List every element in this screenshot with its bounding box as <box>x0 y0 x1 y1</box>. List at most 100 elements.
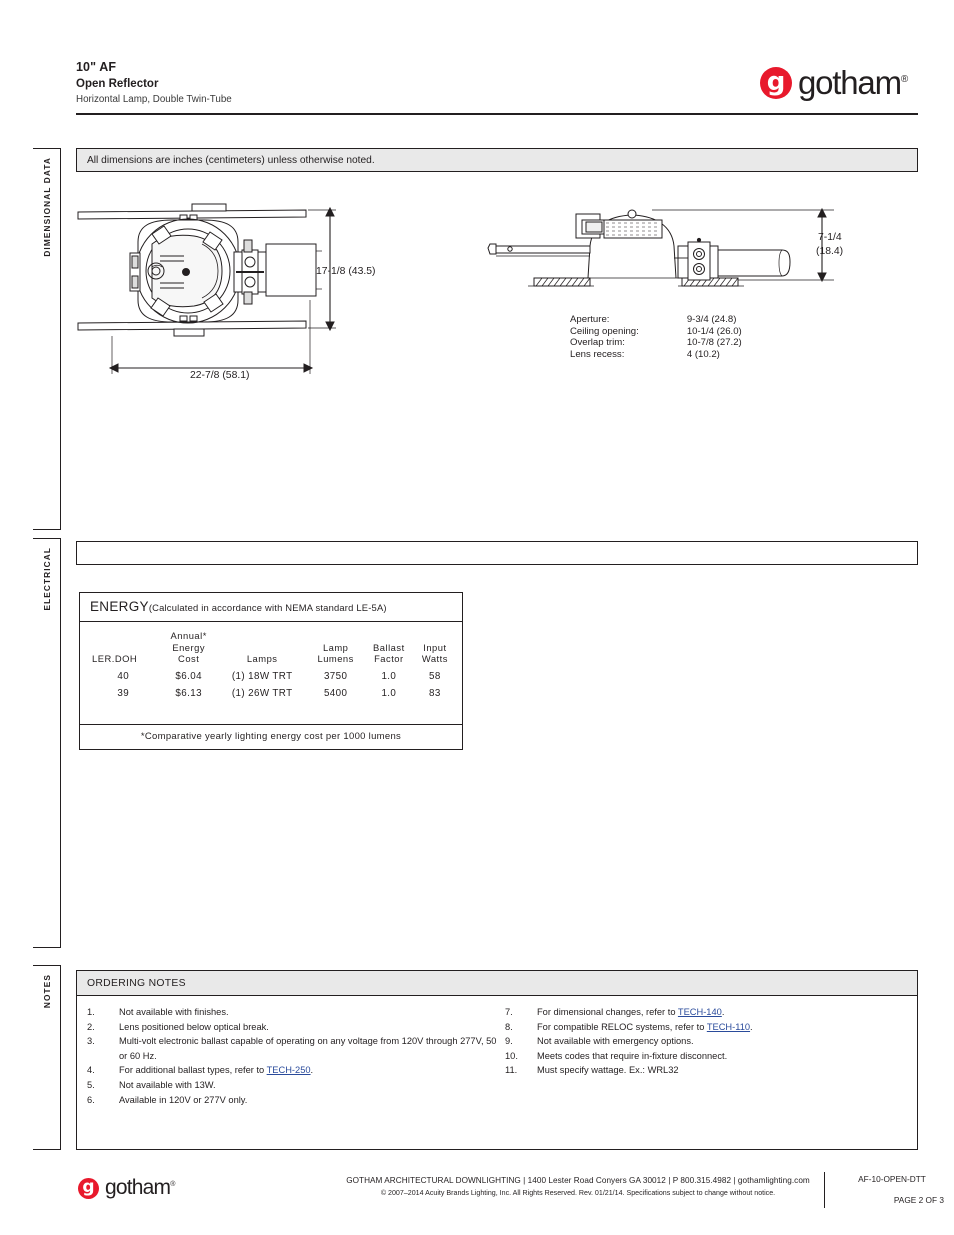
cell-ballast: 1.0 <box>381 687 397 699</box>
note-reference-link[interactable]: TECH-140 <box>678 1007 722 1017</box>
list-item: 8. For compatible RELOC systems, refer to… <box>505 1020 917 1035</box>
top-view-width-dimension: 22-7/8 (58.1) <box>190 370 250 381</box>
dimensional-banner: All dimensions are inches (centimeters) … <box>76 148 918 172</box>
side-view-height-dimension-line1: 7-1/4 <box>818 232 842 243</box>
electrical-banner <box>76 541 918 565</box>
side-view-height-dimension-line2: (18.4) <box>816 246 844 257</box>
registered-trademark-icon: ® <box>170 1181 175 1188</box>
dimensional-banner-text: All dimensions are inches (centimeters) … <box>87 154 375 166</box>
list-item: 9. Not available with emergency options. <box>505 1034 917 1049</box>
energy-table-header: ENERGY(Calculated in accordance with NEM… <box>80 593 462 622</box>
col-line2: Ballast <box>373 641 405 653</box>
cell-lamps: (1) 18W TRT <box>231 670 293 682</box>
table-row: 40 $6.04 (1) 18W TRT 3750 1.0 58 <box>86 668 456 685</box>
col-line3: LER.DOH <box>92 653 138 664</box>
header-divider <box>76 113 918 115</box>
cell-ler-doh: 39 <box>117 687 130 699</box>
energy-table: ENERGY(Calculated in accordance with NEM… <box>79 592 463 750</box>
note-text: Available in 120V or 277V only. <box>119 1094 248 1105</box>
column-header-ballast-factor: Ballast Factor <box>364 630 414 668</box>
table-row: Overlap trim: 10-7/8 (27.2) <box>570 337 742 349</box>
spec-value: 10-7/8 (27.2) <box>686 337 742 349</box>
note-number: 10. <box>505 1050 518 1061</box>
col-line1: Annual* <box>170 630 207 641</box>
note-number: 1. <box>87 1007 95 1017</box>
page-header: 10" AF Open Reflector Horizontal Lamp, D… <box>0 0 954 118</box>
footer-address-line: GOTHAM ARCHITECTURAL DOWNLIGHTING | 1400… <box>346 1176 810 1185</box>
cell-lumens: 3750 <box>323 670 348 682</box>
list-item: 11. Must specify wattage. Ex.: WRL32 <box>505 1063 917 1078</box>
page-description: Horizontal Lamp, Double Twin-Tube <box>76 94 232 105</box>
col-line2: Energy <box>172 641 206 653</box>
sidetab-dimensional-data-label: DIMENSIONAL DATA <box>41 157 52 257</box>
note-text: For dimensional changes, refer to TECH-1… <box>537 1007 725 1017</box>
table-header-row: LER.DOH Annual* Energy Cost Lamps Lamp L… <box>86 630 456 668</box>
sidetab-electrical: ELECTRICAL <box>33 538 61 948</box>
cell-cost: $6.04 <box>175 670 202 682</box>
gotham-wordmark-text: gotham <box>798 64 902 101</box>
registered-trademark-icon: ® <box>900 74 908 85</box>
col-line3: Cost <box>178 653 200 664</box>
cell-ler-doh: 40 <box>117 670 130 682</box>
energy-table-head: LER.DOH Annual* Energy Cost Lamps Lamp L… <box>86 630 456 668</box>
list-item: 4. For additional ballast types, refer to… <box>87 1063 497 1078</box>
note-text: Multi-volt electronic ballast capable of… <box>119 1036 497 1061</box>
gotham-wordmark-text: gotham <box>105 1176 171 1199</box>
sidetab-dimensional-data: DIMENSIONAL DATA <box>33 148 61 530</box>
energy-table-rows: 40 $6.04 (1) 18W TRT 3750 1.0 58 39 $6.1… <box>86 668 456 702</box>
spec-label: Overlap trim: <box>570 337 625 349</box>
top-view-fixture-drawing <box>77 203 336 374</box>
note-number: 4. <box>87 1065 95 1076</box>
note-number: 7. <box>505 1007 513 1017</box>
col-line3: Lamps <box>246 653 278 664</box>
footer-document-code: AF-10-OPEN-DTT <box>858 1174 926 1184</box>
spec-sheet-page: 10" AF Open Reflector Horizontal Lamp, D… <box>0 0 954 1235</box>
list-item: 7. For dimensional changes, refer to TECH… <box>505 1005 917 1020</box>
gotham-logo-header: g gotham® <box>760 64 908 102</box>
sidetab-notes-label: NOTES <box>41 974 52 1009</box>
energy-table-body: LER.DOH Annual* Energy Cost Lamps Lamp L… <box>80 622 462 724</box>
note-reference-link[interactable]: TECH-250 <box>267 1065 311 1075</box>
gotham-g-mark-icon: g <box>760 67 792 99</box>
note-reference-link[interactable]: TECH-110 <box>707 1022 750 1032</box>
spec-value: 10-1/4 (26.0) <box>686 325 742 337</box>
note-number: 8. <box>505 1021 513 1032</box>
column-header-lamp-lumens: Lamp Lumens <box>307 630 363 668</box>
note-text: Not available with 13W. <box>119 1079 216 1090</box>
list-item: 2. Lens positioned below optical break. <box>87 1020 497 1035</box>
gotham-wordmark: gotham® <box>105 1176 175 1200</box>
table-row: 39 $6.13 (1) 26W TRT 5400 1.0 83 <box>86 685 456 702</box>
ordering-notes-body: 1. Not available with finishes. 2. Lens pos… <box>77 996 917 1107</box>
note-number: 5. <box>87 1079 95 1090</box>
list-item: 5. Not available with 13W. <box>87 1078 497 1093</box>
footer-document-info: AF-10-OPEN-DTT PAGE 2 OF 3 <box>836 1174 948 1205</box>
sidetab-notes: NOTES <box>33 965 61 1150</box>
cell-ballast: 1.0 <box>381 670 397 682</box>
gotham-logo-footer: g gotham® <box>78 1176 175 1200</box>
cell-lumens: 5400 <box>323 687 348 699</box>
list-item: 1. Not available with finishes. <box>87 1005 497 1020</box>
table-row: Ceiling opening: 10-1/4 (26.0) <box>570 326 742 338</box>
note-text: For compatible RELOC systems, refer to T… <box>537 1021 753 1032</box>
note-number: 9. <box>505 1036 513 1047</box>
cell-watts: 83 <box>429 687 441 699</box>
note-number: 6. <box>87 1094 95 1105</box>
footer-divider <box>824 1172 826 1208</box>
ordering-notes-panel: ORDERING NOTES 1. Not available with fini… <box>76 970 918 1150</box>
note-text: Lens positioned below optical break. <box>119 1021 269 1032</box>
page-subtitle: Open Reflector <box>76 78 159 90</box>
column-header-lamps: Lamps <box>217 630 308 668</box>
energy-data-table: LER.DOH Annual* Energy Cost Lamps Lamp L… <box>86 630 456 702</box>
gotham-g-mark-icon: g <box>78 1177 99 1199</box>
energy-table-footnote: *Comparative yearly lighting energy cost… <box>80 723 462 749</box>
note-text: For additional ballast types, refer to T… <box>119 1065 314 1076</box>
note-text: Not available with emergency options. <box>537 1036 694 1047</box>
side-view-fixture-drawing <box>487 207 834 287</box>
aperture-specs-table: Aperture: 9-3/4 (24.8) Ceiling opening: … <box>570 314 742 360</box>
table-row: Aperture: 9-3/4 (24.8) <box>570 314 742 326</box>
sidetab-electrical-label: ELECTRICAL <box>41 547 52 611</box>
cell-lamps: (1) 26W TRT <box>231 687 293 699</box>
energy-title-note: (Calculated in accordance with NEMA stan… <box>148 602 387 613</box>
spec-label: Aperture: <box>570 314 610 325</box>
column-header-ler-doh: LER.DOH <box>86 630 160 668</box>
